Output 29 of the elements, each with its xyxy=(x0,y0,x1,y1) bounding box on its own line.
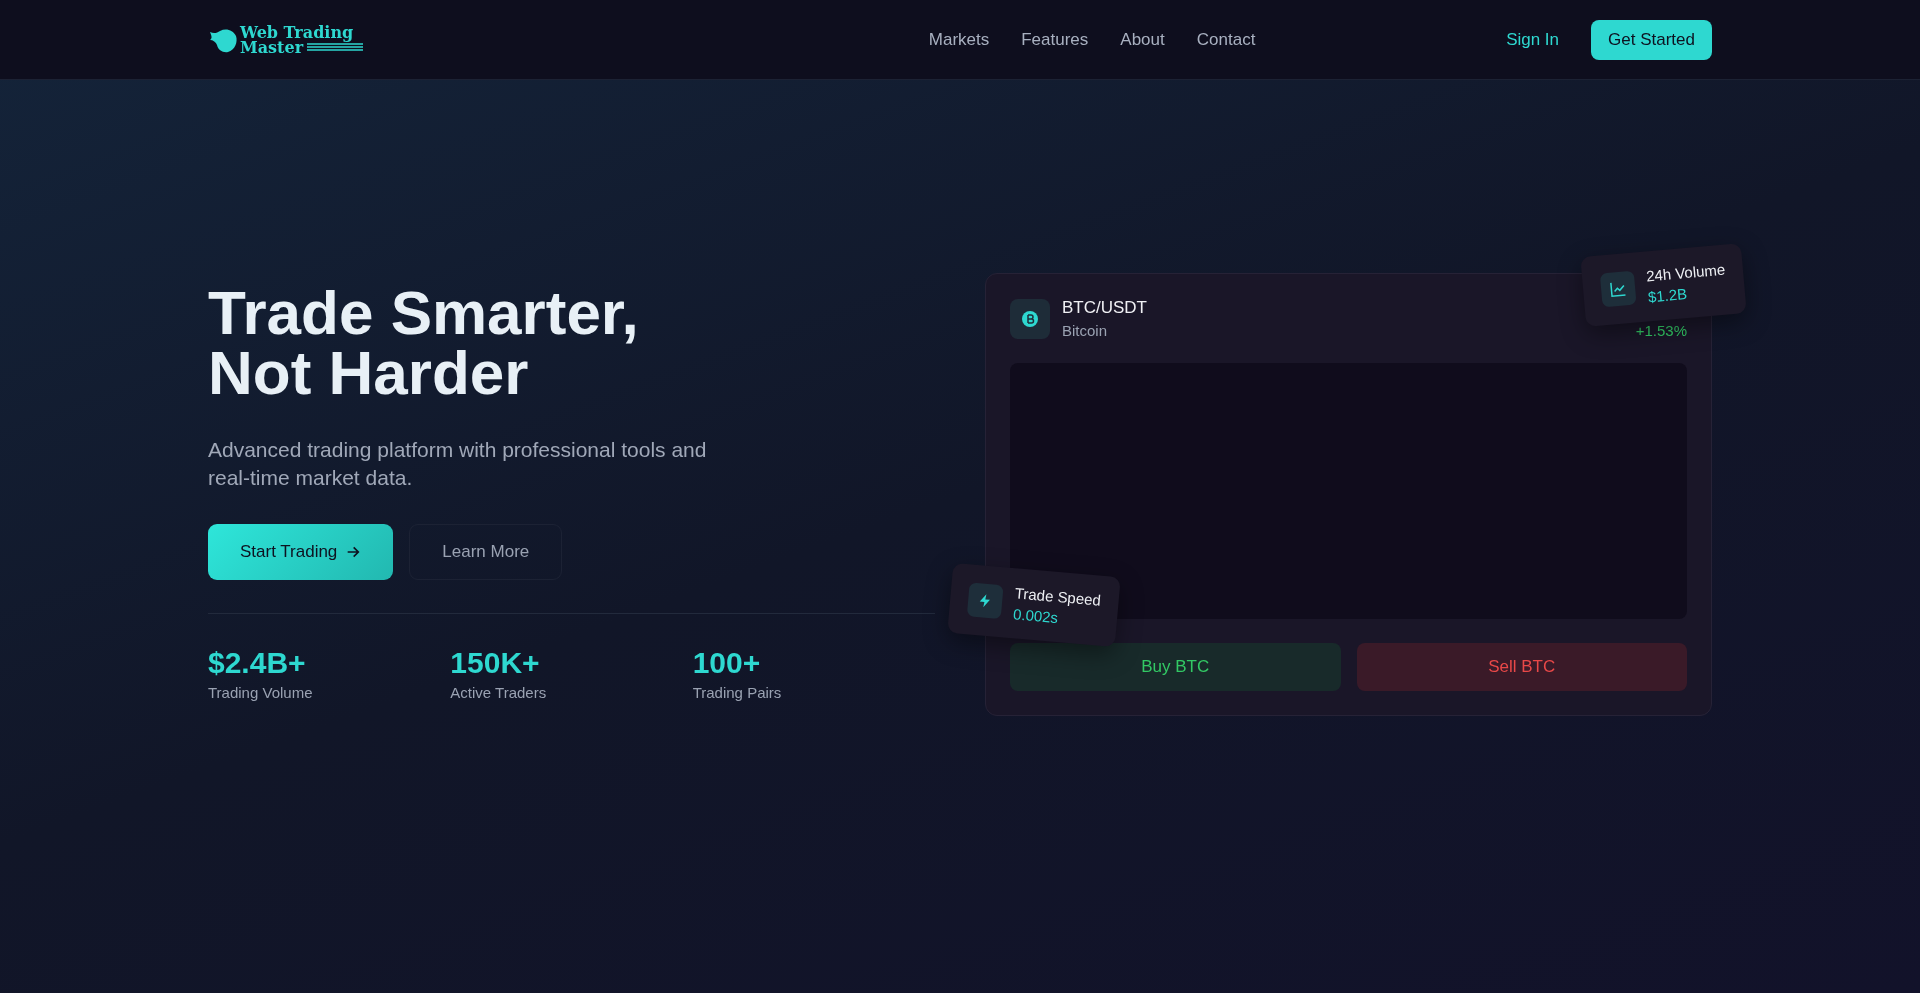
get-started-button[interactable]: Get Started xyxy=(1591,19,1712,60)
nav-link[interactable]: About xyxy=(1120,29,1165,50)
logo-text: Master xyxy=(240,39,304,55)
logo-stripes-icon xyxy=(307,43,364,51)
nav-link[interactable]: Contact xyxy=(1196,29,1256,50)
start-trading-button[interactable]: Start Trading xyxy=(208,524,394,580)
logo-text: Web Trading xyxy=(240,24,355,40)
stat-value: $2.4B+ xyxy=(208,646,307,680)
price-change: +1.53% xyxy=(1635,322,1687,339)
stat-card-value: $1.2B xyxy=(1647,284,1689,306)
bitcoin-icon xyxy=(1022,310,1038,327)
stat-label: Trading Volume xyxy=(208,684,314,701)
sign-in-link[interactable]: Sign In xyxy=(1506,29,1560,50)
sell-button[interactable]: Sell BTC xyxy=(1356,643,1687,691)
buy-button[interactable]: Buy BTC xyxy=(1010,643,1341,691)
stat-label: Trading Pairs xyxy=(692,684,783,701)
pair-name: BTC/USDT xyxy=(1062,298,1147,318)
stat-value: 150K+ xyxy=(450,646,541,680)
logo[interactable]: Web Trading Master xyxy=(208,23,508,56)
arrow-right-icon xyxy=(345,544,362,560)
stat-label: Active Traders xyxy=(450,684,548,701)
coin-name: Bitcoin xyxy=(1062,322,1109,339)
nav-link[interactable]: Features xyxy=(1021,29,1089,50)
nav-link[interactable]: Markets xyxy=(928,29,990,50)
learn-more-button[interactable]: Learn More xyxy=(409,524,563,580)
stat-value: 100+ xyxy=(692,646,762,680)
hero-title: Trade Smarter, Not Harder xyxy=(208,283,640,403)
stat-card-label: 24h Volume xyxy=(1645,260,1726,285)
hero-subtitle: Advanced trading platform with professional tools and real-time market data. xyxy=(208,437,708,491)
